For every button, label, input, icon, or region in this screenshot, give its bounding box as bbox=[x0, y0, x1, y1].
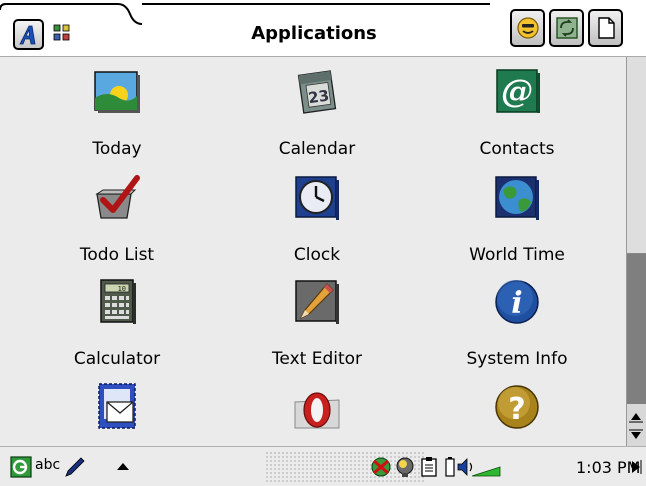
app-help[interactable]: ? bbox=[417, 372, 617, 446]
lightbulb-icon[interactable] bbox=[394, 456, 416, 478]
input-mode-label[interactable]: abc bbox=[35, 457, 60, 473]
system-menu-icon[interactable] bbox=[10, 456, 32, 478]
svg-text:23: 23 bbox=[307, 86, 330, 107]
mail-stamp-icon bbox=[98, 383, 136, 429]
app-label: Calculator bbox=[73, 349, 161, 369]
network-icon[interactable] bbox=[370, 456, 392, 478]
app-label: Contacts bbox=[479, 139, 555, 159]
calendar-icon: 23 bbox=[297, 70, 337, 114]
app-contacts[interactable]: @ Contacts bbox=[417, 58, 617, 162]
document-icon bbox=[598, 17, 615, 39]
app-opera[interactable] bbox=[217, 372, 417, 446]
help-question-icon: ? bbox=[495, 385, 539, 429]
status-bar: abc 1:03 PM bbox=[0, 446, 646, 486]
app-label: Calendar bbox=[278, 139, 356, 159]
svg-text:10: 10 bbox=[118, 285, 126, 293]
app-clock[interactable]: Clock bbox=[217, 164, 417, 268]
svg-text:?: ? bbox=[508, 392, 525, 427]
scroll-down-arrow-icon[interactable] bbox=[629, 428, 643, 442]
page-title: Applications bbox=[251, 23, 377, 44]
app-todo-list[interactable]: Todo List bbox=[17, 164, 217, 268]
launcher-button[interactable] bbox=[13, 19, 44, 50]
app-label: World Time bbox=[469, 245, 565, 265]
clock-icon bbox=[295, 176, 339, 220]
app-label: Todo List bbox=[79, 245, 155, 265]
app-grid: Today 23 Calendar @ Contacts Todo List C… bbox=[0, 57, 626, 446]
info-icon: i bbox=[495, 280, 539, 324]
pen-input-icon[interactable] bbox=[64, 456, 86, 478]
app-mail[interactable] bbox=[17, 372, 217, 446]
app-calculator[interactable]: 10 Calculator bbox=[17, 268, 217, 372]
document-button[interactable] bbox=[588, 9, 623, 47]
app-label: Clock bbox=[293, 245, 341, 265]
app-label: Today bbox=[92, 139, 142, 159]
smiley-button[interactable] bbox=[510, 9, 545, 47]
expand-tray-arrow-icon[interactable] bbox=[629, 459, 643, 475]
scroll-up-arrow-icon[interactable] bbox=[629, 410, 643, 424]
scrollbar-thumb[interactable] bbox=[627, 57, 646, 254]
app-label: System Info bbox=[466, 349, 568, 369]
app-today[interactable]: Today bbox=[17, 58, 217, 162]
todo-checkmark-icon bbox=[95, 175, 140, 219]
vertical-scrollbar[interactable] bbox=[626, 57, 646, 446]
app-world-time[interactable]: World Time bbox=[417, 164, 617, 268]
text-editor-pencil-icon bbox=[295, 280, 339, 324]
caret-up-icon[interactable] bbox=[116, 461, 130, 471]
sync-button[interactable] bbox=[549, 9, 584, 47]
calculator-icon: 10 bbox=[100, 279, 136, 324]
globe-icon bbox=[495, 176, 539, 220]
opera-browser-icon bbox=[294, 392, 340, 429]
title-bar: Applications bbox=[0, 0, 646, 58]
scrollbar-track[interactable] bbox=[627, 254, 646, 404]
svg-text:i: i bbox=[511, 286, 522, 321]
contacts-at-icon: @ bbox=[496, 69, 540, 113]
app-calendar[interactable]: 23 Calendar bbox=[217, 58, 417, 162]
app-label: Text Editor bbox=[271, 349, 363, 369]
grid-view-icon[interactable] bbox=[53, 24, 71, 42]
sync-icon bbox=[556, 17, 578, 39]
volume-icon[interactable] bbox=[456, 456, 502, 478]
app-launcher-a-icon bbox=[19, 25, 36, 45]
svg-text:@: @ bbox=[501, 72, 533, 110]
app-system-info[interactable]: i System Info bbox=[417, 268, 617, 372]
today-landscape-icon bbox=[94, 71, 140, 113]
app-text-editor[interactable]: Text Editor bbox=[217, 268, 417, 372]
clipboard-icon[interactable] bbox=[418, 456, 440, 478]
smiley-icon bbox=[517, 17, 539, 39]
